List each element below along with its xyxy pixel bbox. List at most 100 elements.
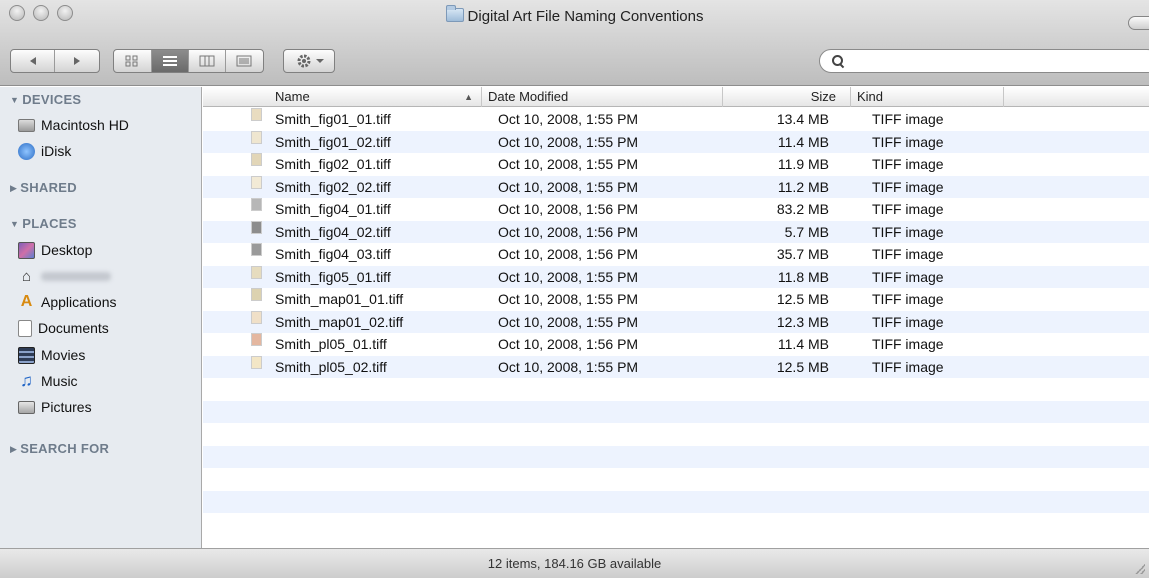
sort-ascending-icon: ▲	[464, 92, 473, 102]
table-row[interactable]: Smith_map01_01.tiff Oct 10, 2008, 1:55 PM…	[203, 288, 1149, 311]
table-row[interactable]: Smith_pl05_01.tiff Oct 10, 2008, 1:56 PM 1…	[203, 333, 1149, 356]
coverflow-view-button[interactable]	[226, 50, 263, 72]
toolbar-toggle-button[interactable]	[1128, 16, 1149, 30]
tiff-file-icon	[251, 265, 262, 279]
sidebar-section-places[interactable]: ▼ PLACES	[10, 216, 77, 231]
table-row[interactable]: Smith_fig04_01.tiff Oct 10, 2008, 1:56 PM…	[203, 198, 1149, 221]
tiff-file-icon	[251, 243, 262, 256]
file-size: 12.5 MB	[776, 358, 829, 375]
empty-row	[203, 423, 1149, 446]
file-size: 12.5 MB	[776, 291, 829, 307]
file-name: Smith_fig02_01.tiff	[275, 156, 391, 172]
file-kind: TIFF image	[872, 178, 944, 195]
table-row[interactable]: Smith_fig04_02.tiff Oct 10, 2008, 1:56 PM…	[203, 220, 1149, 243]
search-input[interactable]	[850, 53, 1149, 69]
back-button[interactable]	[11, 50, 56, 72]
music-icon: ♫	[20, 371, 33, 390]
applications-icon: A	[20, 293, 33, 310]
file-size: 5.7 MB	[784, 223, 829, 240]
file-date: Oct 10, 2008, 1:55 PM	[498, 313, 639, 330]
table-row[interactable]: Smith_fig02_01.tiff Oct 10, 2008, 1:55 PM…	[203, 153, 1149, 176]
file-date: Oct 10, 2008, 1:55 PM	[498, 358, 639, 375]
sidebar-section-label: DEVICES	[22, 92, 82, 107]
file-kind: TIFF image	[872, 246, 944, 262]
file-size: 11.4 MB	[777, 336, 829, 352]
resize-grip-icon[interactable]	[1135, 564, 1145, 574]
file-name: Smith_fig04_01.tiff	[275, 201, 391, 217]
list-view-button[interactable]	[151, 50, 189, 72]
sidebar-item-label: Pictures	[41, 399, 92, 415]
file-date: Oct 10, 2008, 1:56 PM	[498, 223, 639, 240]
table-row[interactable]: Smith_pl05_02.tiff Oct 10, 2008, 1:55 PM 1…	[203, 355, 1149, 378]
file-size: 11.8 MB	[777, 268, 829, 285]
search-field[interactable]	[819, 49, 1149, 73]
sidebar-section-shared[interactable]: ▶ SHARED	[10, 180, 77, 195]
column-header-size[interactable]: Size	[723, 87, 851, 107]
list-view-icon	[162, 56, 177, 66]
window-title-text: Digital Art File Naming Conventions	[467, 8, 704, 25]
file-date: Oct 10, 2008, 1:55 PM	[498, 133, 639, 150]
pictures-icon	[18, 400, 35, 414]
sidebar-item-documents[interactable]: Documents	[18, 317, 109, 339]
file-kind: TIFF image	[872, 358, 944, 375]
empty-row	[203, 468, 1149, 491]
sidebar-item-movies[interactable]: Movies	[18, 344, 85, 366]
column-view-button[interactable]	[189, 50, 226, 72]
coverflow-view-icon	[236, 55, 252, 67]
file-size: 11.4 MB	[777, 133, 829, 150]
back-forward-control	[10, 49, 100, 73]
file-kind: TIFF image	[872, 133, 944, 150]
sidebar-section-label: SHARED	[20, 180, 77, 195]
file-date: Oct 10, 2008, 1:56 PM	[498, 336, 639, 352]
tiff-file-icon	[251, 175, 262, 189]
tiff-file-icon	[251, 355, 262, 369]
sidebar-item-label: Music	[41, 373, 78, 389]
sidebar-item-applications[interactable]: A Applications	[18, 291, 117, 313]
back-arrow-icon	[29, 57, 36, 65]
file-name: Smith_fig01_02.tiff	[275, 133, 391, 150]
movies-icon	[18, 346, 35, 364]
empty-row	[203, 400, 1149, 423]
tiff-file-icon	[251, 220, 262, 234]
sidebar-item-macintosh-hd[interactable]: Macintosh HD	[18, 114, 129, 136]
table-row[interactable]: Smith_fig04_03.tiff Oct 10, 2008, 1:56 PM…	[203, 243, 1149, 266]
disclosure-open-icon: ▼	[10, 219, 20, 229]
file-kind: TIFF image	[872, 156, 944, 172]
sidebar-item-idisk[interactable]: iDisk	[18, 140, 71, 162]
column-header-kind[interactable]: Kind	[851, 87, 1004, 107]
search-icon	[832, 55, 844, 67]
file-date: Oct 10, 2008, 1:55 PM	[498, 178, 639, 195]
column-header-date[interactable]: Date Modified	[482, 87, 723, 107]
sidebar-section-label: PLACES	[22, 216, 77, 231]
table-row[interactable]: Smith_fig01_01.tiff Oct 10, 2008, 1:55 PM…	[203, 108, 1149, 131]
icon-view-button[interactable]	[114, 50, 152, 72]
table-row[interactable]: Smith_fig02_02.tiff Oct 10, 2008, 1:55 PM…	[203, 175, 1149, 198]
action-menu-button[interactable]	[283, 49, 335, 73]
forward-arrow-icon	[74, 57, 80, 65]
file-date: Oct 10, 2008, 1:56 PM	[498, 201, 639, 217]
sidebar-item-pictures[interactable]: Pictures	[18, 396, 92, 418]
sidebar-item-label: Documents	[38, 320, 109, 336]
home-icon: ⌂	[21, 267, 32, 285]
table-row[interactable]: Smith_fig05_01.tiff Oct 10, 2008, 1:55 PM…	[203, 265, 1149, 288]
sidebar-section-label: SEARCH FOR	[20, 441, 110, 456]
file-date: Oct 10, 2008, 1:55 PM	[498, 291, 639, 307]
sidebar-section-search-for[interactable]: ▶ SEARCH FOR	[10, 441, 109, 456]
table-row[interactable]: Smith_map01_02.tiff Oct 10, 2008, 1:55 PM…	[203, 310, 1149, 333]
file-kind: TIFF image	[872, 268, 944, 285]
file-kind: TIFF image	[872, 336, 944, 352]
file-name: Smith_map01_01.tiff	[275, 291, 404, 307]
sidebar-item-music[interactable]: ♫ Music	[18, 370, 78, 392]
sidebar-item-label: Movies	[41, 347, 86, 363]
icon-view-icon	[125, 55, 138, 67]
column-header-name[interactable]: Name ▲	[203, 87, 482, 107]
sidebar-section-devices[interactable]: ▼ DEVICES	[10, 92, 81, 107]
table-row[interactable]: Smith_fig01_02.tiff Oct 10, 2008, 1:55 PM…	[203, 130, 1149, 153]
file-name: Smith_fig04_02.tiff	[275, 223, 391, 240]
forward-button[interactable]	[55, 50, 99, 72]
disclosure-closed-icon: ▶	[10, 183, 18, 193]
disclosure-open-icon: ▼	[10, 95, 20, 105]
sidebar-item-desktop[interactable]: Desktop	[18, 239, 92, 261]
sidebar-item-home[interactable]: ⌂	[18, 265, 111, 287]
file-kind: TIFF image	[872, 201, 944, 217]
